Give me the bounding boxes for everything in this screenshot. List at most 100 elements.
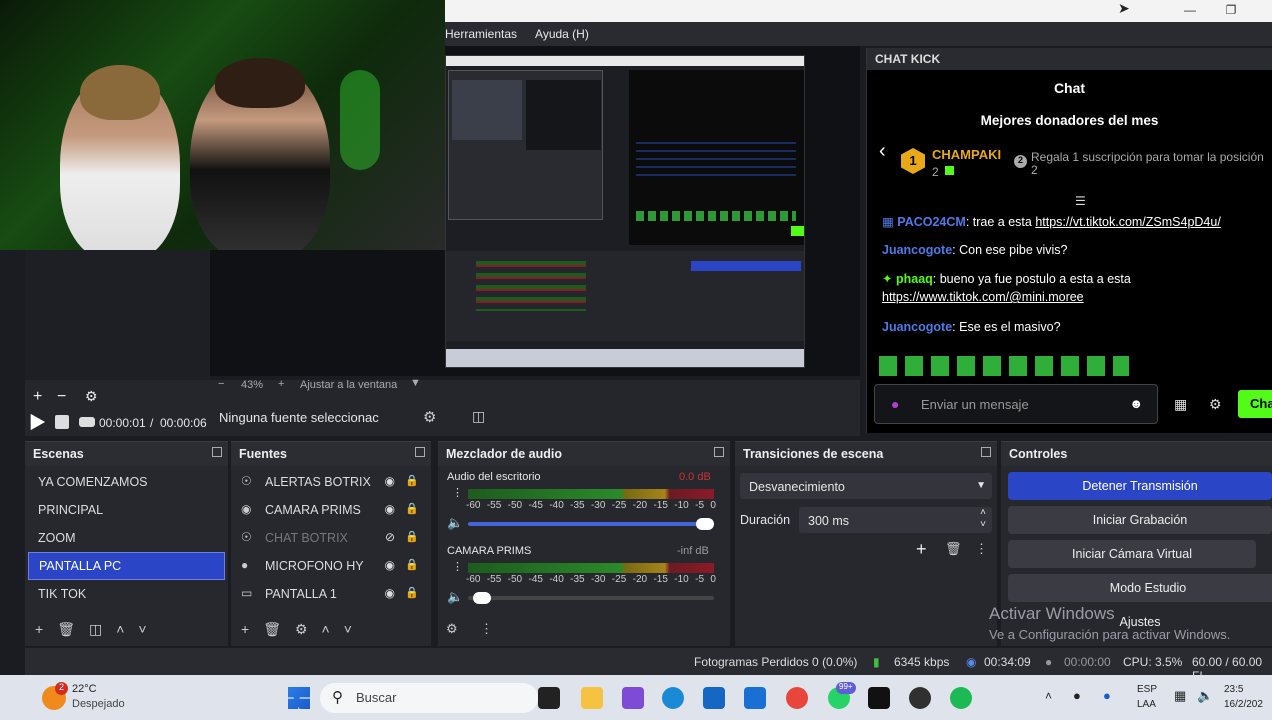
kebab-icon[interactable]: ⋮ (452, 488, 463, 499)
edge-icon[interactable] (662, 687, 684, 709)
chat-send-button[interactable]: Cha (1238, 390, 1272, 418)
volume-slider-handle[interactable] (472, 592, 491, 604)
scene-item[interactable]: ZOOM (28, 524, 225, 552)
chat-link[interactable]: https://www.tiktok.com/@mini.moree (882, 290, 1084, 304)
studio-mode-button[interactable]: Modo Estudio (1008, 574, 1272, 602)
chevron-down-icon[interactable]: ˅ (138, 621, 146, 638)
trash-icon[interactable]: 🗑 (57, 621, 75, 638)
eye-icon[interactable]: ◉ (385, 558, 395, 572)
spotify-icon[interactable] (950, 687, 972, 709)
popout-icon[interactable] (714, 447, 724, 457)
language-bottom[interactable]: LAA (1137, 699, 1156, 710)
kebab-icon[interactable]: ⋮ (480, 621, 493, 637)
outlook-icon[interactable] (744, 687, 766, 709)
speaker-icon[interactable]: 🔈 (447, 515, 463, 531)
lock-icon[interactable]: 🔒 (405, 530, 419, 543)
gear-icon[interactable]: ⚙ (85, 388, 98, 405)
chevron-up-icon[interactable]: ˄ (116, 621, 124, 638)
network-icon[interactable]: ● (1073, 688, 1081, 703)
source-item[interactable]: ▭ PANTALLA 1 ◉ 🔒 (231, 580, 431, 608)
volume-slider[interactable] (468, 522, 714, 526)
gear-icon[interactable]: ⚙ (1209, 396, 1222, 413)
record-icon[interactable] (79, 417, 95, 427)
mixer-settings-icon[interactable]: ⚙ (446, 621, 458, 637)
app-icon[interactable] (622, 687, 644, 709)
scene-item[interactable]: YA COMENZAMOS (28, 468, 225, 496)
filter-icon[interactable]: ◫ (89, 621, 102, 638)
lock-icon[interactable]: 🔒 (405, 502, 419, 515)
chevron-up-icon[interactable]: ˄ (1045, 689, 1052, 703)
transition-select[interactable]: Desvanecimiento ▼ (740, 473, 992, 499)
volume-slider-handle[interactable] (696, 518, 714, 530)
chevron-left-icon[interactable]: ‹ (879, 140, 886, 163)
obs-icon[interactable] (909, 687, 931, 709)
trash-icon[interactable]: 🗑 (945, 541, 962, 557)
eye-hidden-icon[interactable]: ⊘ (385, 530, 395, 544)
gear-icon[interactable]: ⚙ (423, 408, 436, 426)
eye-icon[interactable]: ◉ (385, 586, 395, 600)
popout-icon[interactable] (212, 447, 222, 457)
source-item[interactable]: ☉ ALERTAS BOTRIX ◉ 🔒 (231, 468, 431, 496)
clock-time[interactable]: 23:5 (1224, 684, 1243, 695)
wifi-icon[interactable]: ▦ (1174, 688, 1186, 704)
add-icon[interactable]: + (916, 539, 927, 560)
chrome-icon[interactable] (786, 687, 808, 709)
store-icon[interactable] (703, 687, 725, 709)
speaker-icon[interactable]: 🔈 (447, 589, 463, 605)
zoom-in-icon[interactable]: + (278, 378, 284, 390)
volume-slider[interactable] (468, 596, 714, 600)
source-item[interactable]: ◉ CAMARA PRIMS ◉ 🔒 (231, 496, 431, 524)
microphone-icon[interactable]: ● (891, 396, 899, 412)
spin-arrows-icon[interactable]: ˄ ˅ (980, 507, 986, 531)
collapse-handle-icon[interactable]: ☰ (1075, 194, 1086, 208)
scene-item[interactable]: TIK TOK (28, 580, 225, 608)
minimize-icon[interactable]: — (1180, 3, 1200, 17)
chat-link[interactable]: https://vt.tiktok.com/ZSmS4pD4u/ (1035, 215, 1220, 229)
lock-icon[interactable]: 🔒 (405, 474, 419, 487)
kebab-icon[interactable]: ⋮ (452, 562, 463, 573)
lock-icon[interactable]: 🔒 (405, 558, 419, 571)
microphone-icon[interactable]: ● (1103, 688, 1111, 703)
stop-icon[interactable] (55, 415, 69, 429)
kebab-icon[interactable]: ⋮ (975, 541, 988, 557)
popout-icon[interactable] (981, 447, 991, 457)
source-item-hidden[interactable]: ☉ CHAT BOTRIX ⊘ 🔒 (231, 524, 431, 552)
filter-icon[interactable]: ◫ (472, 408, 485, 425)
popout-icon[interactable] (415, 447, 425, 457)
clock-date[interactable]: 16/2/202 (1224, 699, 1263, 710)
chevron-down-icon[interactable]: ▼ (410, 377, 421, 389)
taskbar-search[interactable]: ⚲ Buscar (320, 683, 538, 713)
stop-streaming-button[interactable]: Detener Transmisión (1008, 472, 1272, 500)
start-recording-button[interactable]: Iniciar Grabación (1008, 506, 1272, 534)
chat-message-input[interactable]: ● Enviar un mensaje ☻ (874, 384, 1158, 424)
zoom-out-icon[interactable]: − (218, 378, 224, 390)
remove-icon[interactable]: − (57, 388, 66, 406)
menu-ayuda[interactable]: Ayuda (H) (535, 27, 589, 41)
add-icon[interactable]: + (33, 388, 42, 406)
scene-item[interactable]: PRINCIPAL (28, 496, 225, 524)
emoji-icon[interactable]: ☻ (1129, 396, 1143, 411)
scene-item-selected[interactable]: PANTALLA PC (28, 552, 225, 580)
language-top[interactable]: ESP (1137, 684, 1157, 695)
trash-icon[interactable]: 🗑 (263, 621, 281, 638)
maximize-icon[interactable]: ❐ (1221, 3, 1241, 17)
start-virtual-camera-button[interactable]: Iniciar Cámara Virtual (1008, 540, 1256, 568)
eye-icon[interactable]: ◉ (385, 474, 395, 488)
chevron-up-icon[interactable]: ˄ (322, 621, 330, 638)
store-icon[interactable]: ▦ (1174, 396, 1187, 413)
lock-icon[interactable]: 🔒 (405, 586, 419, 599)
file-explorer-icon[interactable] (581, 687, 603, 709)
windows-start-icon[interactable] (288, 687, 310, 709)
chevron-down-icon[interactable]: ˅ (344, 621, 352, 638)
source-item[interactable]: ● MICROFONO HY ◉ 🔒 (231, 552, 431, 580)
task-view-icon[interactable] (538, 687, 560, 709)
eye-icon[interactable]: ◉ (385, 502, 395, 516)
add-icon[interactable]: + (35, 621, 43, 638)
duration-spinbox[interactable]: 300 ms ˄ ˅ (799, 507, 992, 533)
fit-to-window[interactable]: Ajustar a la ventana (300, 379, 397, 391)
add-icon[interactable]: + (241, 621, 249, 638)
volume-icon[interactable]: 🔈 (1197, 688, 1213, 704)
capcut-icon[interactable] (868, 687, 890, 709)
gear-icon[interactable]: ⚙ (295, 621, 308, 638)
menu-herramientas[interactable]: Herramientas (445, 27, 517, 41)
